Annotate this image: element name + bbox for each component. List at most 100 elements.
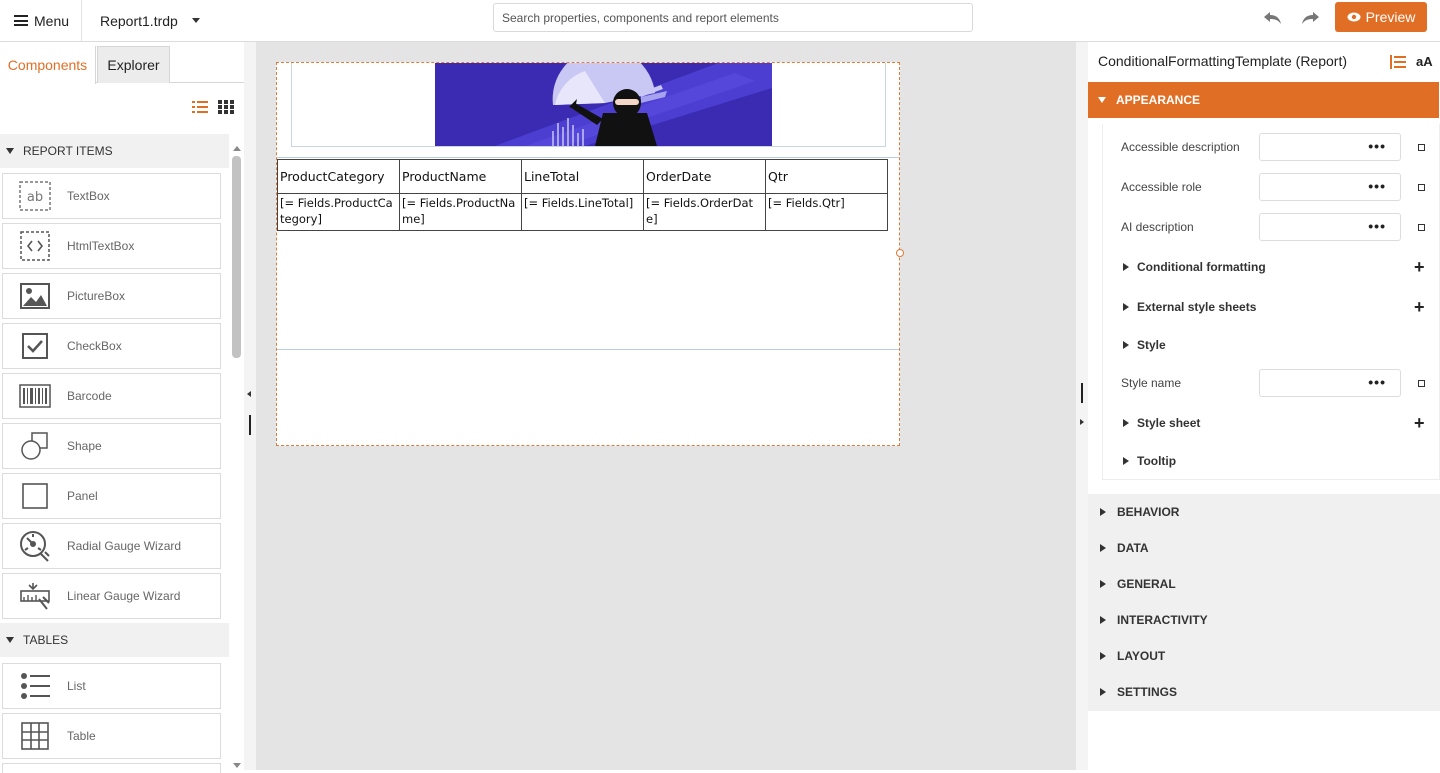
prop-value-editor[interactable]: ••• xyxy=(1259,133,1401,161)
component-shape[interactable]: Shape xyxy=(2,423,221,469)
expand-icon xyxy=(1100,508,1106,516)
table-field-cell[interactable]: [= Fields.ProductCategory] xyxy=(277,193,400,231)
prop-style-name: Style name ••• xyxy=(1103,368,1440,398)
menu-label: Menu xyxy=(34,12,70,29)
ellipsis-icon[interactable]: ••• xyxy=(1368,375,1386,389)
scroll-down-icon[interactable] xyxy=(233,763,241,768)
table-field-cell[interactable]: [= Fields.ProductName] xyxy=(399,193,522,231)
components-scrollbar[interactable] xyxy=(230,146,244,770)
tab-explorer[interactable]: Explorer xyxy=(97,46,170,83)
table-header-cell[interactable]: OrderDate xyxy=(643,159,766,194)
expand-icon xyxy=(1123,419,1129,427)
expand-group[interactable]: External style sheets xyxy=(1123,300,1256,314)
component-linear-gauge-wizard[interactable]: Linear Gauge Wizard xyxy=(2,573,221,619)
splitter-grip[interactable] xyxy=(249,415,251,435)
right-splitter[interactable] xyxy=(1076,42,1088,770)
component-checkbox[interactable]: CheckBox xyxy=(2,323,221,369)
collapse-icon xyxy=(6,637,14,643)
prop-value-editor[interactable]: ••• xyxy=(1259,369,1401,397)
ellipsis-icon[interactable]: ••• xyxy=(1368,139,1386,153)
eye-icon xyxy=(1347,12,1361,22)
components-panel: Components Explorer REPORT ITEMS ab Text… xyxy=(0,42,244,773)
component-label: Panel xyxy=(67,489,98,503)
expand-group[interactable]: Style xyxy=(1123,338,1166,352)
table-field-cell[interactable]: [= Fields.Qtr] xyxy=(765,193,888,231)
add-icon[interactable]: + xyxy=(1414,297,1425,318)
category-interactivity[interactable]: INTERACTIVITY xyxy=(1088,602,1440,638)
category-data[interactable]: DATA xyxy=(1088,530,1440,566)
collapse-left-icon[interactable] xyxy=(247,391,251,397)
expand-group[interactable]: Conditional formatting xyxy=(1123,260,1266,274)
table-header-cell[interactable]: ProductCategory xyxy=(277,159,400,194)
scroll-thumb[interactable] xyxy=(232,156,241,358)
component-table[interactable]: Table xyxy=(2,713,221,759)
prop-style: Style xyxy=(1103,330,1440,360)
component-radial-gauge-wizard[interactable]: Radial Gauge Wizard xyxy=(2,523,221,569)
category-behavior[interactable]: BEHAVIOR xyxy=(1088,494,1440,530)
expand-icon xyxy=(1100,688,1106,696)
prop-label: Accessible description xyxy=(1121,140,1240,154)
table-header-cell[interactable]: LineTotal xyxy=(521,159,644,194)
categorized-view-icon[interactable] xyxy=(1390,54,1406,70)
search-input[interactable] xyxy=(493,3,973,32)
table-field-cell[interactable]: [= Fields.OrderDate] xyxy=(643,193,766,231)
table-field-cell[interactable]: [= Fields.LineTotal] xyxy=(521,193,644,231)
component-htmltextbox[interactable]: HtmlTextBox xyxy=(2,223,221,269)
component-picturebox[interactable]: PictureBox xyxy=(2,273,221,319)
splitter-grip[interactable] xyxy=(1081,383,1083,403)
ellipsis-icon[interactable]: ••• xyxy=(1368,219,1386,233)
preview-button[interactable]: Preview xyxy=(1335,2,1427,32)
add-icon[interactable]: + xyxy=(1414,257,1425,278)
table-header-cell[interactable]: ProductName xyxy=(399,159,522,194)
font-size-toggle[interactable]: aA xyxy=(1416,54,1433,69)
report-table[interactable]: ProductCategory ProductName LineTotal Or… xyxy=(277,159,888,231)
category-general[interactable]: GENERAL xyxy=(1088,566,1440,602)
list-view-icon[interactable] xyxy=(192,100,208,114)
tab-components[interactable]: Components xyxy=(0,46,96,84)
add-icon[interactable]: + xyxy=(1414,413,1425,434)
component-label: TextBox xyxy=(67,189,110,203)
category-appearance[interactable]: APPEARANCE xyxy=(1088,82,1439,118)
reset-icon[interactable] xyxy=(1418,143,1425,151)
reset-icon[interactable] xyxy=(1418,379,1425,387)
section-label: TABLES xyxy=(23,633,69,647)
component-list[interactable]: List xyxy=(2,663,221,709)
prop-label: Tooltip xyxy=(1137,454,1177,468)
picture-box[interactable] xyxy=(291,63,886,147)
collapse-right-icon[interactable] xyxy=(1080,419,1084,425)
prop-value-editor[interactable]: ••• xyxy=(1259,173,1401,201)
reset-icon[interactable] xyxy=(1418,183,1425,191)
expand-group[interactable]: Tooltip xyxy=(1123,454,1176,468)
menu-button[interactable]: Menu xyxy=(0,0,82,41)
ellipsis-icon[interactable]: ••• xyxy=(1368,179,1386,193)
component-label: Table xyxy=(67,729,96,743)
component-panel[interactable]: Panel xyxy=(2,473,221,519)
reset-icon[interactable] xyxy=(1418,223,1425,231)
file-selector[interactable]: Report1.trdp xyxy=(100,0,200,41)
design-canvas[interactable]: ProductCategory ProductName LineTotal Or… xyxy=(256,42,1076,770)
left-splitter[interactable] xyxy=(244,42,256,770)
prop-label: AI description xyxy=(1121,220,1194,234)
prop-label: Conditional formatting xyxy=(1137,260,1266,274)
table-header-cell[interactable]: Qtr xyxy=(765,159,888,194)
component-barcode[interactable]: Barcode xyxy=(2,373,221,419)
section-report-items[interactable]: REPORT ITEMS xyxy=(0,134,229,168)
resize-handle[interactable] xyxy=(896,249,904,257)
report-page[interactable]: ProductCategory ProductName LineTotal Or… xyxy=(276,62,904,446)
prop-style-sheet: Style sheet + xyxy=(1103,408,1440,438)
prop-value-editor[interactable]: ••• xyxy=(1259,213,1401,241)
category-layout[interactable]: LAYOUT xyxy=(1088,638,1440,674)
undo-icon[interactable] xyxy=(1262,9,1284,27)
component-textbox[interactable]: ab TextBox xyxy=(2,173,221,219)
category-settings[interactable]: SETTINGS xyxy=(1088,674,1440,710)
prop-label: Style sheet xyxy=(1137,416,1201,430)
category-label: DATA xyxy=(1117,541,1149,555)
expand-group[interactable]: Style sheet xyxy=(1123,416,1200,430)
preview-label: Preview xyxy=(1365,9,1416,25)
redo-icon[interactable] xyxy=(1299,9,1321,27)
scroll-up-icon[interactable] xyxy=(233,146,241,151)
grid-view-icon[interactable] xyxy=(218,100,234,114)
section-tables[interactable]: TABLES xyxy=(0,623,229,657)
ninja-banner-image[interactable] xyxy=(435,63,772,146)
component-label: HtmlTextBox xyxy=(67,239,135,253)
